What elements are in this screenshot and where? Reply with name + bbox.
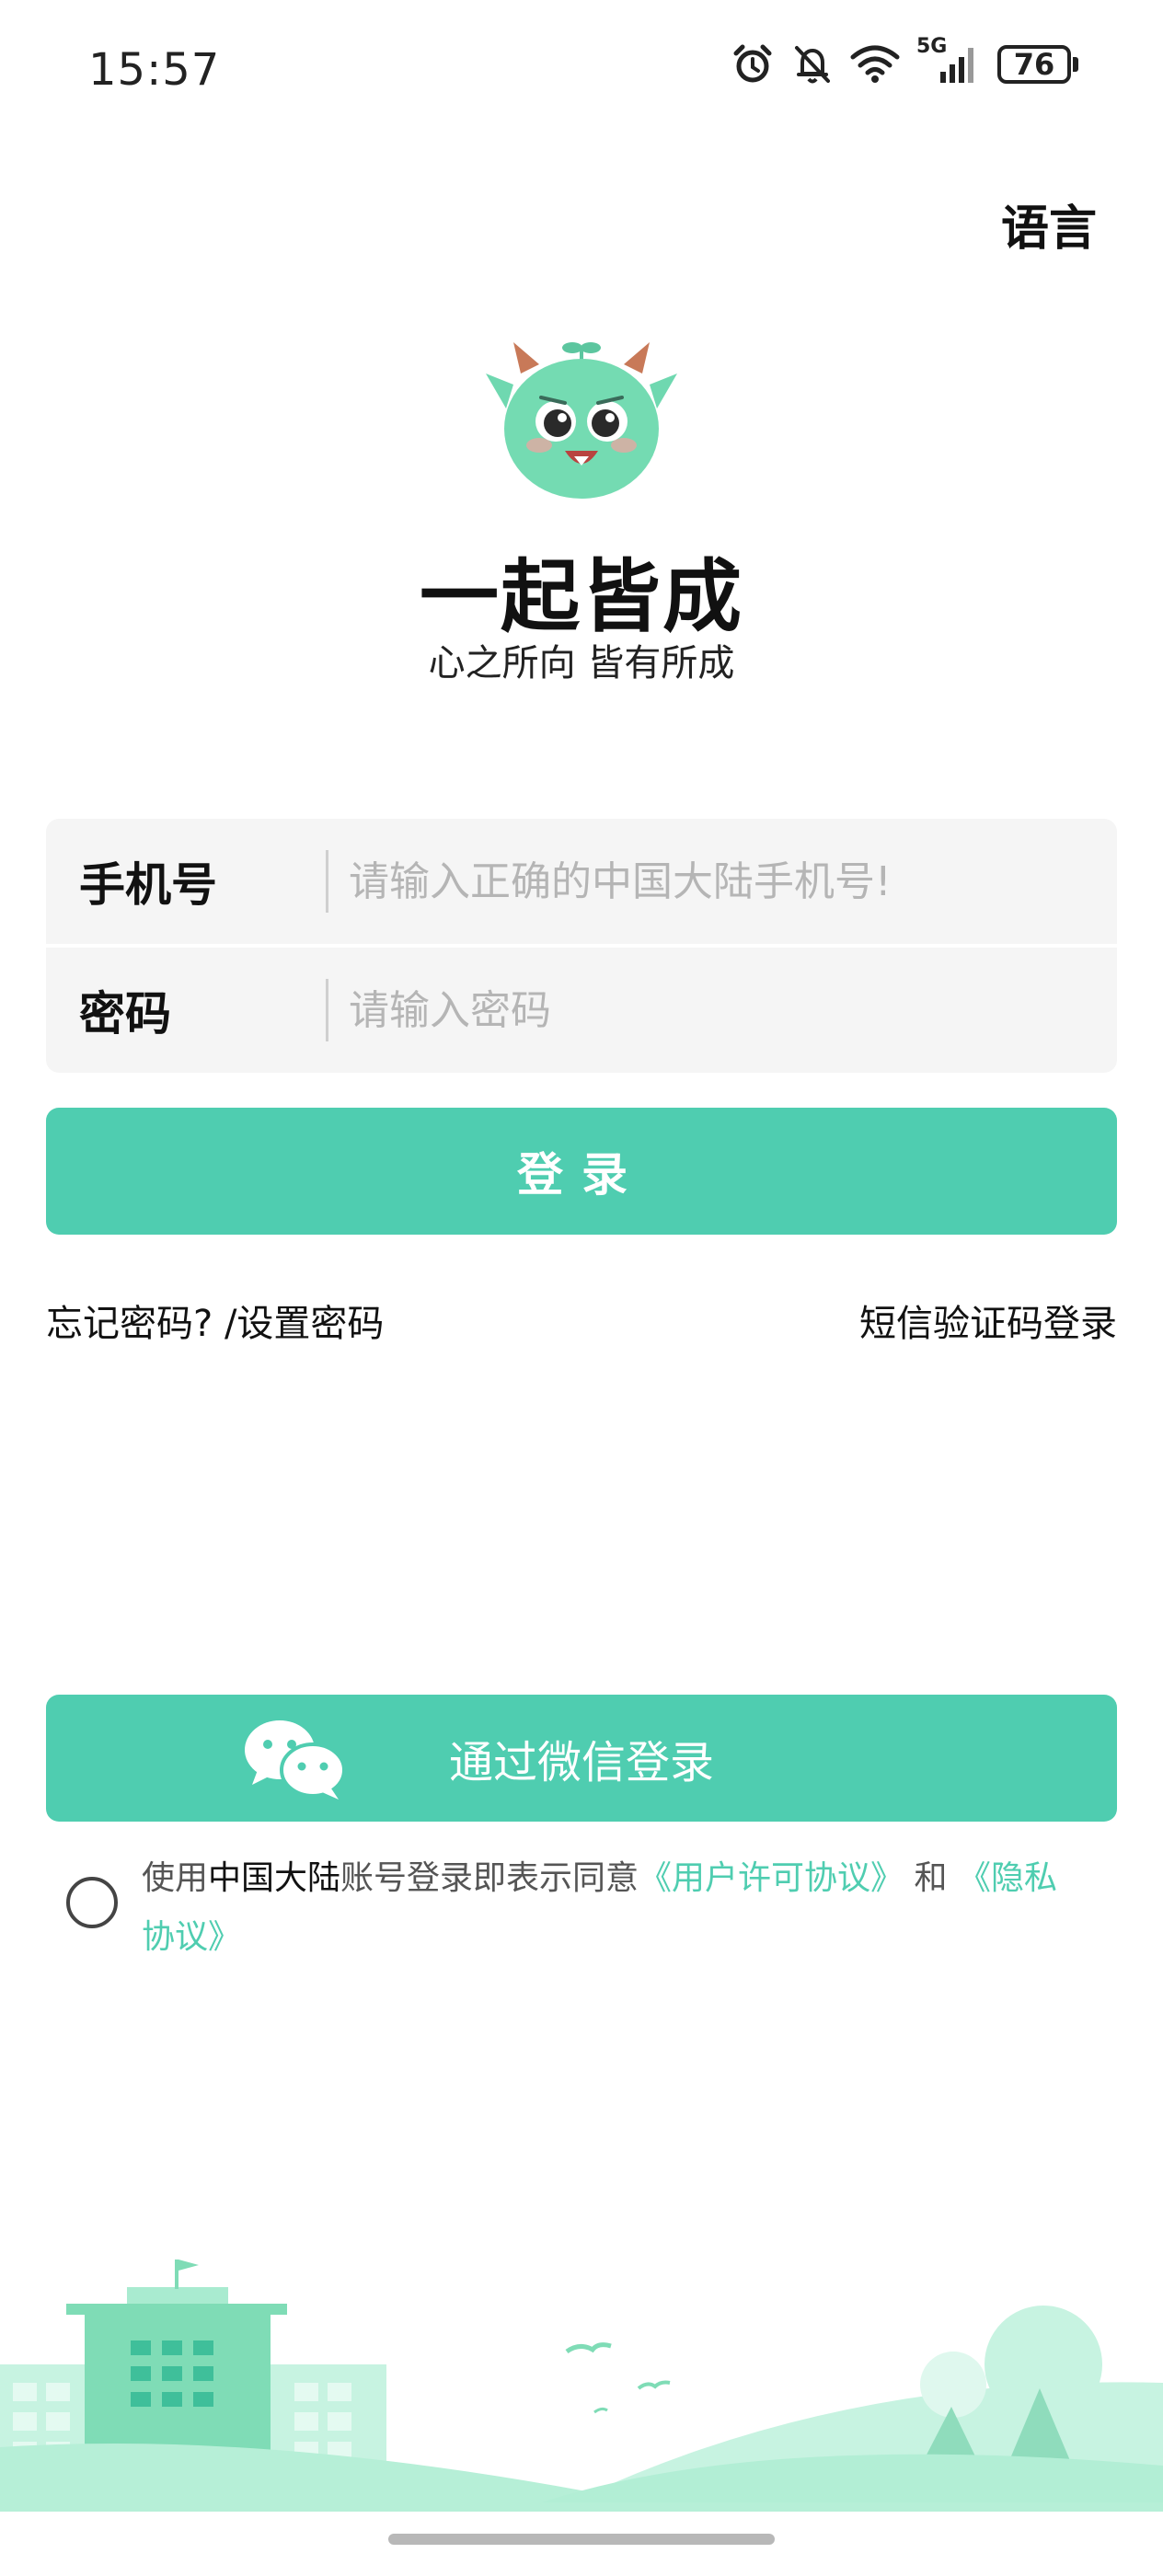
- mascot-logo: [486, 342, 677, 499]
- status-icons: 5G 76: [731, 35, 1078, 86]
- user-agreement-link[interactable]: 《用户许可协议》: [639, 1859, 904, 1897]
- wechat-button-label: 通过微信登录: [448, 1737, 714, 1788]
- divider: [326, 850, 328, 913]
- app-name: 一起皆成: [420, 551, 743, 643]
- wechat-login-button[interactable]: 通过微信登录: [46, 1695, 1117, 1822]
- wechat-icon: [243, 1717, 346, 1803]
- divider: [326, 979, 328, 1041]
- password-row: 密码: [46, 948, 1117, 1073]
- status-time: 15:57: [88, 44, 221, 96]
- campus-illustration: [0, 2260, 1163, 2512]
- home-indicator[interactable]: [388, 2534, 775, 2545]
- battery-icon: 76: [997, 45, 1078, 84]
- network-type: 5G: [916, 35, 948, 58]
- phone-label: 手机号: [79, 858, 217, 912]
- wifi-icon: [850, 44, 900, 85]
- battery-level: 76: [997, 45, 1071, 84]
- signal-icon: 5G: [916, 35, 981, 86]
- language-button[interactable]: 语言: [1001, 190, 1097, 259]
- agreement-prefix: 使用: [142, 1859, 209, 1897]
- password-label: 密码: [79, 987, 171, 1041]
- phone-row: 手机号: [46, 819, 1117, 944]
- alarm-icon: [731, 42, 775, 86]
- password-input[interactable]: [347, 985, 1117, 1035]
- app-slogan: 心之所向 皆有所成: [428, 642, 735, 684]
- agreement-middle: 账号登录即表示同意: [340, 1859, 639, 1897]
- login-button[interactable]: 登录: [46, 1108, 1117, 1235]
- sms-login-link[interactable]: 短信验证码登录: [859, 1294, 1117, 1347]
- mute-bell-icon: [791, 42, 834, 86]
- agreement-region: 中国大陆: [208, 1859, 341, 1897]
- agreement-radio[interactable]: [66, 1877, 118, 1928]
- agreement-text: 使用中国大陆账号登录即表示同意《用户许可协议》 和 《隐私协议》: [142, 1849, 1080, 1967]
- login-screen: 15:57 5G 76 语言 一起皆成 心之所向 皆有所成 手机号 请输入正确的…: [0, 0, 1163, 2576]
- phone-input[interactable]: [347, 857, 1117, 906]
- forgot-password-link[interactable]: 忘记密码? /设置密码: [46, 1294, 384, 1347]
- agreement-and: 和: [904, 1859, 958, 1897]
